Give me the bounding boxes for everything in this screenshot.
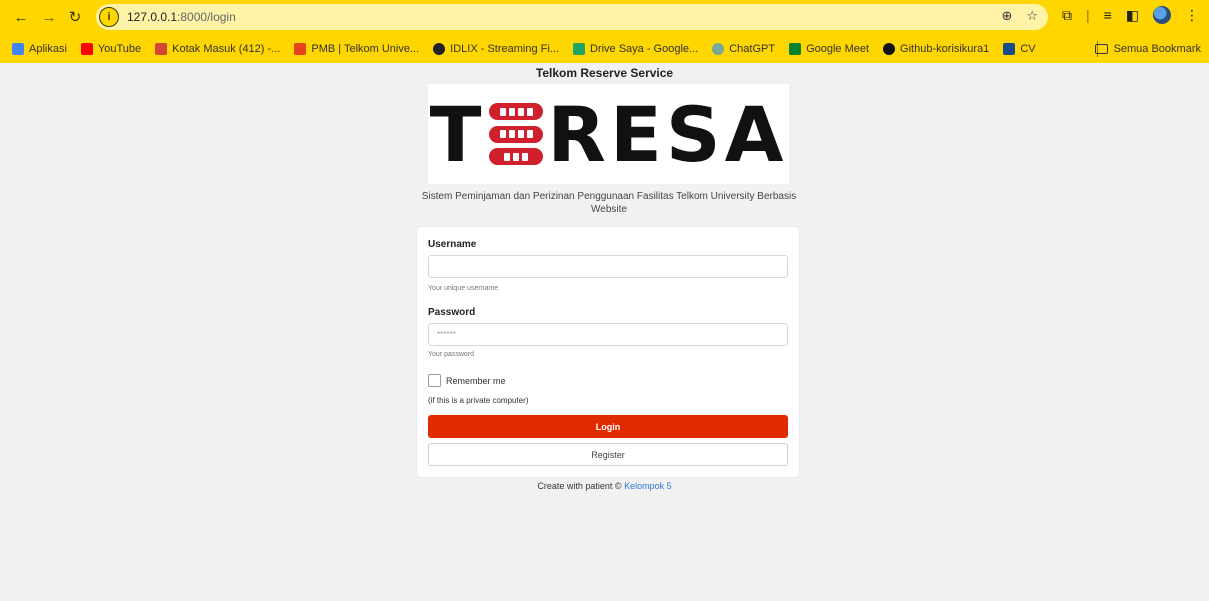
bookmarks-bar: Aplikasi YouTube Kotak Masuk (412) -... …: [0, 38, 1209, 60]
footer-text: Create with patient ©: [537, 481, 625, 491]
bookmark-label: ChatGPT: [729, 43, 776, 55]
remember-me-checkbox[interactable]: [428, 374, 441, 387]
zoom-icon[interactable]: ⊕: [1001, 8, 1012, 24]
menu-kebab-icon[interactable]: ⋮: [1185, 7, 1199, 24]
bookmark-label: Drive Saya - Google...: [589, 43, 699, 55]
bookmark-label: PMB | Telkom Unive...: [311, 43, 420, 55]
url-path: :8000/login: [177, 10, 236, 24]
password-label: Password: [428, 307, 476, 318]
url-host: 127.0.0.1: [127, 10, 178, 24]
address-bar[interactable]: i 127.0.0.1:8000/login ⊕ ☆: [96, 4, 1048, 30]
bookmark-chatgpt[interactable]: ChatGPT: [712, 43, 775, 55]
bookmark-aplikasi[interactable]: Aplikasi: [12, 43, 67, 55]
bookmark-label: CV: [1020, 43, 1036, 55]
chatgpt-icon: [712, 43, 725, 55]
url-text: 127.0.0.1:8000/login: [127, 10, 236, 24]
bookmark-label: Aplikasi: [29, 43, 67, 55]
browser-chrome: ← → ↻ i 127.0.0.1:8000/login ⊕ ☆ ⧉ | ≡ ◧…: [0, 0, 1209, 63]
star-icon[interactable]: ☆: [1026, 8, 1038, 24]
google-drive-icon: [572, 43, 585, 55]
youtube-icon: [80, 43, 93, 55]
cv-icon: [1003, 43, 1016, 55]
bookmark-label: IDLIX - Streaming Fi...: [450, 43, 559, 55]
browser-toolbar: ← → ↻ i 127.0.0.1:8000/login ⊕ ☆ ⧉ | ≡ ◧…: [0, 0, 1209, 34]
page-subtitle: Sistem Peminjaman dan Perizinan Pengguna…: [421, 191, 797, 215]
login-card: Username Your unique username Password Y…: [417, 227, 799, 477]
folder-icon: [1094, 44, 1108, 54]
github-icon: [883, 43, 896, 55]
server-rack-icon: [489, 103, 544, 165]
toolbar-divider: |: [1086, 7, 1090, 23]
username-input[interactable]: [428, 255, 788, 278]
all-bookmarks-button[interactable]: Semua Bookmark: [1094, 43, 1201, 55]
login-button[interactable]: Login: [428, 415, 788, 438]
password-help: Your password: [428, 351, 475, 358]
gmail-icon: [155, 43, 168, 55]
bookmark-drive[interactable]: Drive Saya - Google...: [572, 43, 699, 55]
bookmark-github[interactable]: Github-korisikura1: [883, 43, 989, 55]
profile-avatar[interactable]: [1153, 6, 1172, 24]
forward-arrow-icon[interactable]: →: [38, 6, 60, 28]
logo-letter-t: T: [429, 89, 486, 179]
google-meet-icon: [789, 43, 802, 55]
username-help: Your unique username: [428, 285, 499, 292]
omnibox-actions: ⊕ ☆: [1001, 8, 1038, 24]
footer-link[interactable]: Kelompok 5: [624, 481, 672, 491]
register-button[interactable]: Register: [428, 443, 788, 466]
page-footer: Create with patient © Kelompok 5: [0, 481, 1209, 491]
bookmark-idlix[interactable]: IDLIX - Streaming Fi...: [433, 43, 559, 55]
bookmark-label: Google Meet: [806, 43, 870, 55]
side-panel-icon[interactable]: ◧: [1126, 7, 1139, 24]
teresa-logo: T RESA: [428, 84, 789, 184]
logo-wordmark: T RESA: [430, 90, 788, 179]
page-title: Telkom Reserve Service: [535, 66, 674, 80]
bookmark-meet[interactable]: Google Meet: [789, 43, 869, 55]
idlix-icon: [433, 43, 446, 55]
toolbar-right: ⧉ | ≡ ◧ ⋮: [1062, 6, 1199, 24]
username-label: Username: [428, 239, 477, 250]
bookmark-cv[interactable]: CV: [1003, 43, 1036, 55]
apps-grid-icon: [12, 43, 24, 55]
bookmark-gmail[interactable]: Kotak Masuk (412) -...: [155, 43, 280, 55]
site-info-icon[interactable]: i: [99, 7, 119, 27]
bookmark-label: Kotak Masuk (412) -...: [172, 43, 281, 55]
media-controls-icon[interactable]: ≡: [1104, 7, 1112, 23]
bookmark-label: YouTube: [97, 43, 142, 55]
back-arrow-icon[interactable]: ←: [10, 6, 32, 28]
bookmark-youtube[interactable]: YouTube: [80, 43, 142, 55]
logo-letters-resa: RESA: [547, 89, 788, 179]
remember-me-row[interactable]: Remember me: [428, 374, 506, 387]
remember-me-note: (if this is a private computer): [428, 396, 529, 405]
reload-icon[interactable]: ↻: [64, 6, 86, 28]
bookmark-label: Github-korisikura1: [900, 43, 990, 55]
password-input[interactable]: [428, 323, 788, 346]
remember-me-label: Remember me: [446, 375, 506, 386]
extensions-icon[interactable]: ⧉: [1062, 7, 1072, 24]
all-bookmarks-label: Semua Bookmark: [1113, 43, 1201, 55]
telkom-icon: [294, 43, 307, 55]
bookmark-pmb[interactable]: PMB | Telkom Unive...: [294, 43, 419, 55]
